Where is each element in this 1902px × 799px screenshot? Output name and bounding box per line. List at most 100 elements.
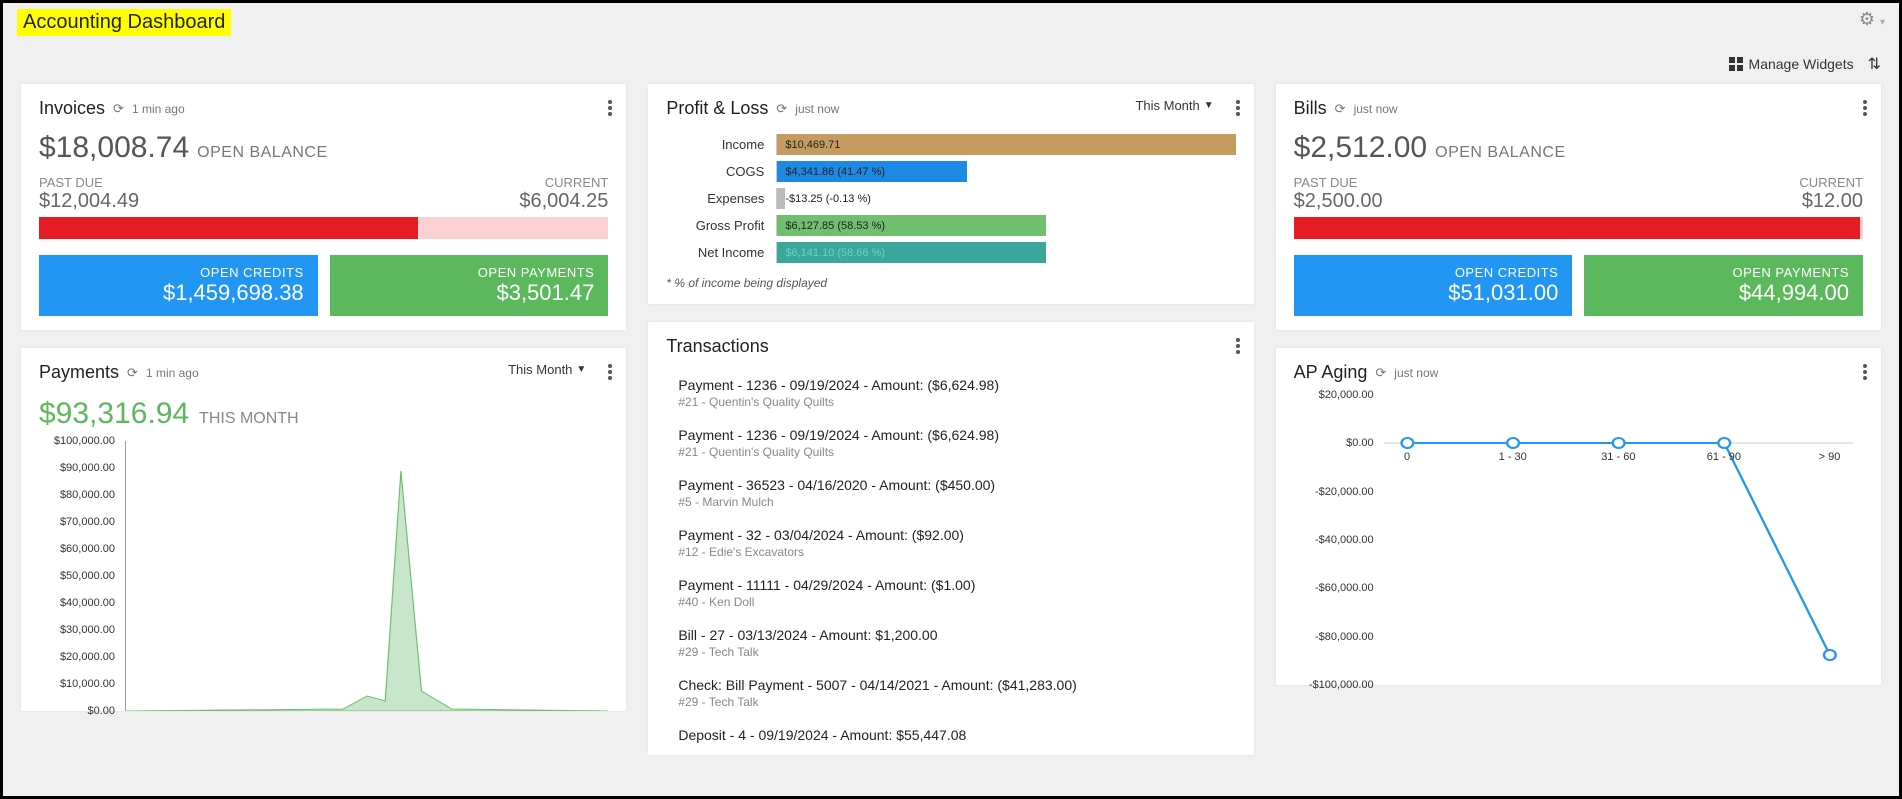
payments-period-select[interactable]: This Month▼ [508,362,586,377]
refresh-icon[interactable]: ⟳ [127,365,138,381]
bills-past-due-amount: $2,500.00 [1294,190,1383,213]
y-tick: $20,000.00 [60,651,115,663]
transaction-item[interactable]: Payment - 36523 - 04/16/2020 - Amount: (… [666,469,1235,519]
transaction-line1: Payment - 1236 - 09/19/2024 - Amount: ($… [678,377,1235,393]
y-tick: -$60,000.00 [1315,582,1374,594]
card-menu-icon[interactable] [1863,98,1867,121]
bills-open-balance-label: OPEN BALANCE [1435,144,1565,162]
y-tick: $0.00 [1346,437,1374,449]
y-tick: $50,000.00 [60,570,115,582]
card-bills: Bills ⟳ just now $2,512.00 OPEN BALANCE … [1276,84,1881,330]
transaction-line2: #21 - Quentin's Quality Quilts [678,395,1235,409]
refresh-icon[interactable]: ⟳ [113,101,124,117]
sort-icon[interactable]: ⇅ [1868,54,1881,74]
card-profit-loss: Profit & Loss ⟳ just now This Month▼ Inc… [648,84,1253,304]
pl-row: COGS$4,341.86 (41.47 %) [666,158,1235,185]
pl-row-label: Expenses [666,191,776,206]
pl-bar: $10,469.71 [777,134,1235,155]
card-menu-icon[interactable] [1236,336,1240,359]
y-tick: $60,000.00 [60,543,115,555]
bills-current-amount: $12.00 [1802,190,1863,213]
card-menu-icon[interactable] [608,362,612,385]
x-label: 31 - 60 [1601,451,1635,463]
invoices-title: Invoices [39,98,105,119]
past-due-label: PAST DUE [1294,175,1358,190]
refresh-icon[interactable]: ⟳ [1375,365,1386,381]
grid-icon [1729,57,1743,71]
x-label: 1 - 30 [1499,451,1527,463]
y-tick: $10,000.00 [60,678,115,690]
y-tick: $70,000.00 [60,516,115,528]
card-menu-icon[interactable] [1236,98,1240,121]
open-credits-tile[interactable]: OPEN CREDITS $1,459,698.38 [39,255,318,316]
ap-aging-refresh-text: just now [1394,366,1438,380]
y-tick: -$100,000.00 [1309,679,1374,691]
card-menu-icon[interactable] [1863,362,1867,385]
transaction-item[interactable]: Payment - 11111 - 04/29/2024 - Amount: (… [666,569,1235,619]
payments-chart: $100,000.00$90,000.00$80,000.00$70,000.0… [39,441,608,711]
transaction-line1: Check: Bill Payment - 5007 - 04/14/2021 … [678,677,1235,693]
open-credits-label: OPEN CREDITS [1308,265,1559,280]
pl-row: Expenses-$13.25 (-0.13 %) [666,185,1235,212]
open-payments-tile[interactable]: OPEN PAYMENTS $3,501.47 [330,255,609,316]
transaction-line2: #5 - Marvin Mulch [678,495,1235,509]
transaction-line1: Payment - 32 - 03/04/2024 - Amount: ($92… [678,527,1235,543]
pl-bar: $6,141.10 (58.66 %) [777,242,1046,263]
transaction-item[interactable]: Deposit - 4 - 09/19/2024 - Amount: $55,4… [666,719,1235,755]
invoices-due-bar [39,217,608,239]
open-payments-label: OPEN PAYMENTS [1598,265,1849,280]
bills-open-credits-tile[interactable]: OPEN CREDITS $51,031.00 [1294,255,1573,316]
bills-open-payments-tile[interactable]: OPEN PAYMENTS $44,994.00 [1584,255,1863,316]
payments-label: THIS MONTH [199,410,299,427]
transaction-line2: #12 - Edie's Excavators [678,545,1235,559]
past-due-amount: $12,004.49 [39,190,139,213]
y-tick: $20,000.00 [1319,389,1374,401]
pl-row-label: Income [666,137,776,152]
payments-amount: $93,316.94 [39,397,189,430]
transaction-item[interactable]: Check: Bill Payment - 5007 - 04/14/2021 … [666,669,1235,719]
transaction-item[interactable]: Payment - 32 - 03/04/2024 - Amount: ($92… [666,519,1235,569]
open-payments-label: OPEN PAYMENTS [344,265,595,280]
open-credits-amount: $51,031.00 [1308,280,1559,306]
y-tick: $100,000.00 [54,435,115,447]
transaction-item[interactable]: Bill - 27 - 03/13/2024 - Amount: $1,200.… [666,619,1235,669]
payments-title: Payments [39,362,119,383]
pl-bar: -$13.25 (-0.13 %) [777,188,785,209]
manage-widgets-button[interactable]: Manage Widgets [1729,56,1854,72]
card-menu-icon[interactable] [608,98,612,121]
pl-refresh-text: just now [795,102,839,116]
settings-gear-icon[interactable]: ⚙ ▾ [1859,9,1885,30]
transaction-item[interactable]: Payment - 1236 - 09/19/2024 - Amount: ($… [666,419,1235,469]
pl-row: Net Income$6,141.10 (58.66 %) [666,239,1235,266]
card-invoices: Invoices ⟳ 1 min ago $18,008.74 OPEN BAL… [21,84,626,330]
transaction-line2: #21 - Quentin's Quality Quilts [678,445,1235,459]
pl-row-label: Gross Profit [666,218,776,233]
page-title: Accounting Dashboard [17,9,231,36]
current-label: CURRENT [1799,175,1863,190]
y-tick: $30,000.00 [60,624,115,636]
y-tick: $40,000.00 [60,597,115,609]
y-tick: $0.00 [87,705,115,717]
invoices-open-balance-label: OPEN BALANCE [197,144,327,162]
pl-row: Income$10,469.71 [666,131,1235,158]
pl-row-label: COGS [666,164,776,179]
pl-bar: $4,341.86 (41.47 %) [777,161,967,182]
x-label: > 90 [1819,451,1841,463]
pl-period-select[interactable]: This Month▼ [1135,98,1213,113]
y-tick: -$80,000.00 [1315,631,1374,643]
pl-row-label: Net Income [666,245,776,260]
y-tick: $90,000.00 [60,462,115,474]
refresh-icon[interactable]: ⟳ [1335,101,1346,117]
bills-refresh-text: just now [1354,102,1398,116]
bills-title: Bills [1294,98,1327,119]
open-payments-amount: $44,994.00 [1598,280,1849,306]
pl-bar: $6,127.85 (58.53 %) [777,215,1045,236]
transaction-line2: #29 - Tech Talk [678,645,1235,659]
y-tick: -$40,000.00 [1315,534,1374,546]
pl-row: Gross Profit$6,127.85 (58.53 %) [666,212,1235,239]
refresh-icon[interactable]: ⟳ [776,101,787,117]
y-tick: $80,000.00 [60,489,115,501]
x-label: 61 - 90 [1707,451,1741,463]
manage-widgets-label: Manage Widgets [1749,56,1854,72]
transaction-item[interactable]: Payment - 1236 - 09/19/2024 - Amount: ($… [666,369,1235,419]
